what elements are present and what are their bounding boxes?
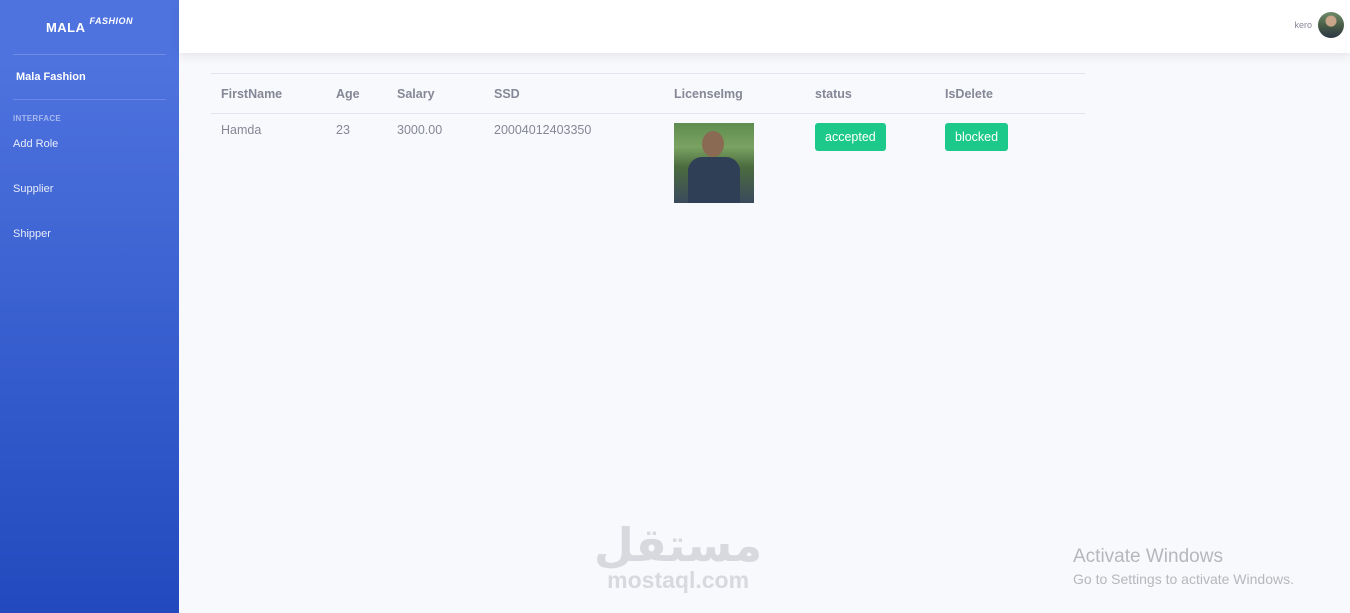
cell-firstname: Hamda xyxy=(221,123,262,137)
column-header-salary: Salary xyxy=(387,73,484,114)
cell-licenseimg xyxy=(664,114,805,213)
employees-table: FirstName Age Salary SSD LicenseImg stat… xyxy=(211,73,1085,212)
photo-body-shape xyxy=(688,157,740,203)
activate-windows-notice: Activate Windows Go to Settings to activ… xyxy=(1073,546,1294,587)
sidebar-heading: INTERFACE xyxy=(13,114,62,123)
cell-status: accepted xyxy=(805,114,935,213)
column-header-age: Age xyxy=(326,73,387,114)
license-image[interactable] xyxy=(674,123,754,203)
cell-isdelete: blocked xyxy=(935,114,1085,213)
column-header-firstname: FirstName xyxy=(211,73,326,114)
brand-sup: FASHION xyxy=(89,16,134,26)
user-dropdown[interactable]: kero xyxy=(1294,12,1344,38)
table-row: Hamda 23 3000.00 20004012403350 accepted… xyxy=(211,114,1085,213)
activate-windows-subtitle: Go to Settings to activate Windows. xyxy=(1073,571,1294,587)
watermark-latin: mostaql.com xyxy=(607,567,750,593)
activate-windows-title: Activate Windows xyxy=(1073,546,1223,567)
mostaql-watermark: مستقل mostaql.com xyxy=(594,522,762,592)
cell-ssd: 20004012403350 xyxy=(494,123,592,137)
employees-table-container: FirstName Age Salary SSD LicenseImg stat… xyxy=(211,73,1085,212)
avatar[interactable] xyxy=(1318,12,1344,38)
brand-logo[interactable]: MALA FASHION xyxy=(0,0,179,54)
sidebar: MALA FASHION Mala Fashion INTERFACE Add … xyxy=(0,0,179,613)
column-header-isdelete: IsDelete xyxy=(935,73,1085,114)
cell-salary: 3000.00 xyxy=(397,123,443,137)
topbar: kero xyxy=(179,0,1350,53)
cell-age: 23 xyxy=(336,123,350,137)
sidebar-item-add-role[interactable]: Add Role xyxy=(0,127,179,172)
column-header-licenseimg: LicenseImg xyxy=(664,73,805,114)
isdelete-blocked-button[interactable]: blocked xyxy=(945,123,1009,151)
sidebar-item-supplier[interactable]: Supplier xyxy=(0,172,179,217)
brand-main: MALA xyxy=(45,19,86,35)
username: kero xyxy=(1294,20,1312,30)
column-header-status: status xyxy=(805,73,935,114)
photo-head-shape xyxy=(702,131,724,157)
table-header-row: FirstName Age Salary SSD LicenseImg stat… xyxy=(211,73,1085,114)
sidebar-item-shipper[interactable]: Shipper xyxy=(0,217,179,262)
status-accepted-button[interactable]: accepted xyxy=(815,123,886,151)
column-header-ssd: SSD xyxy=(484,73,664,114)
sidebar-item-mala-fashion[interactable]: Mala Fashion xyxy=(0,55,179,99)
watermark-arabic: مستقل xyxy=(594,518,763,572)
